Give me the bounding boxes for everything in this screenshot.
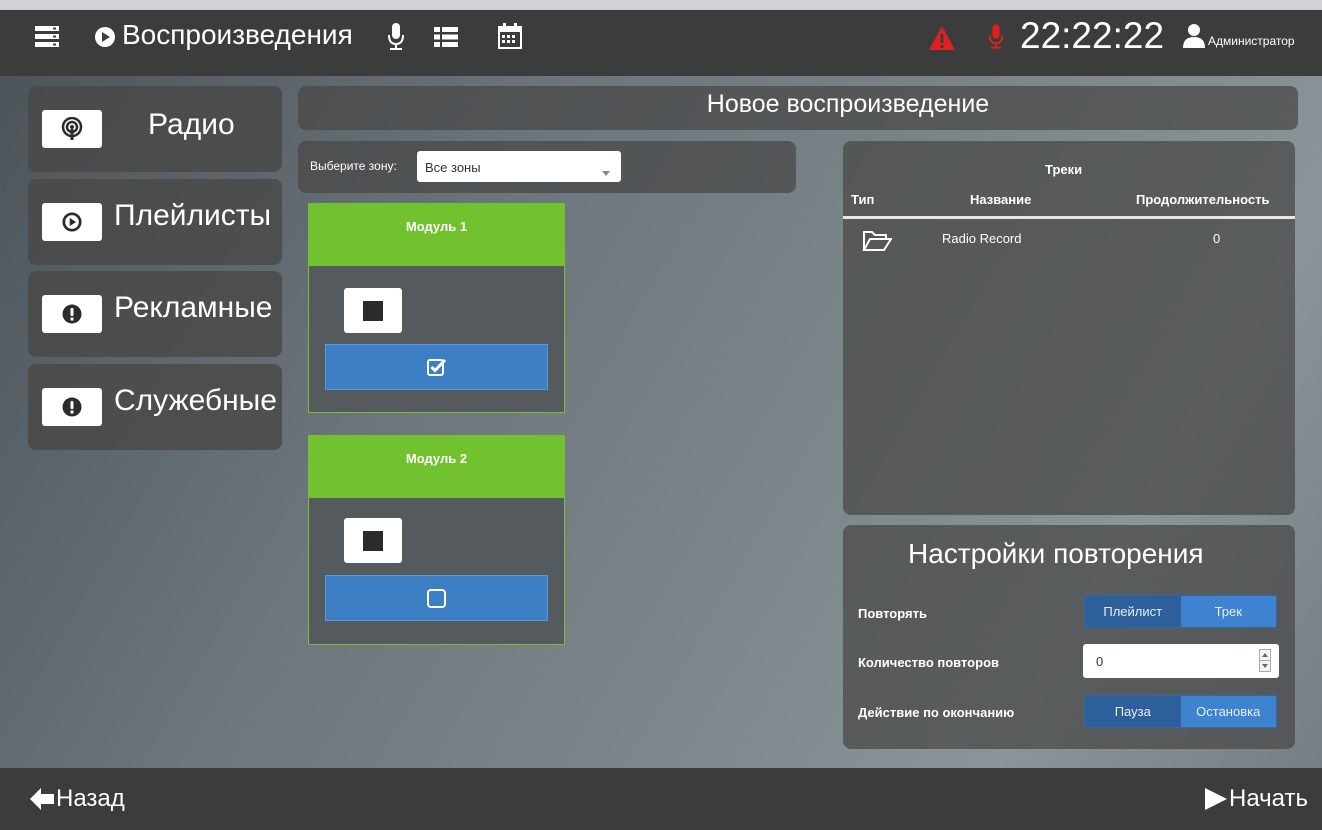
clock: 22:22:22 — [1020, 15, 1165, 56]
stop-button[interactable] — [344, 518, 402, 563]
stop-icon — [363, 530, 383, 551]
stop-button[interactable] — [344, 288, 402, 333]
spinner-arrows-icon[interactable] — [1259, 649, 1271, 672]
back-label: Назад — [56, 785, 125, 812]
play-icon — [1205, 788, 1228, 810]
end-action-toggle: Пауза Остановка — [1084, 695, 1277, 728]
table-row[interactable]: Radio Record 0 — [843, 222, 1295, 258]
column-header-name[interactable]: Название — [970, 192, 1031, 207]
play-circle-icon — [42, 203, 102, 241]
list-icon[interactable] — [434, 27, 458, 47]
repeat-label: Повторять — [858, 606, 927, 621]
user-name[interactable]: Администратор — [1208, 34, 1295, 48]
sidebar-item-playlists[interactable]: Плейлисты — [28, 179, 282, 265]
back-button[interactable]: Назад — [30, 785, 125, 813]
unchecked-box-icon — [427, 588, 446, 608]
repeat-settings-title: Настройки повторения — [908, 538, 1204, 569]
main-title: Новое воспроизведение — [706, 90, 990, 118]
module-select-toggle[interactable] — [325, 344, 548, 390]
repeat-option-playlist[interactable]: Плейлист — [1085, 596, 1181, 627]
sidebar-item-radio[interactable]: Радио — [28, 86, 282, 172]
user-icon — [1183, 24, 1205, 48]
track-name: Radio Record — [942, 231, 1022, 246]
caret-down-icon — [602, 163, 610, 181]
sidebar-item-ads[interactable]: Рекламные — [28, 271, 282, 357]
top-bar: Воспроизведения 22:22:22 Администратор — [0, 0, 1322, 76]
stop-icon — [363, 300, 383, 321]
column-header-type[interactable]: Тип — [851, 192, 874, 207]
module-select-toggle[interactable] — [325, 575, 548, 621]
end-option-stop[interactable]: Остановка — [1180, 696, 1276, 727]
sidebar-item-label: Рекламные — [114, 291, 273, 324]
start-button[interactable]: Начать — [1205, 785, 1308, 813]
sidebar-item-label: Радио — [148, 108, 235, 141]
checked-box-icon — [426, 358, 446, 376]
end-action-label: Действие по окончанию — [858, 705, 1015, 720]
sidebar-item-label: Плейлисты — [114, 199, 272, 232]
page-title: Воспроизведения — [122, 19, 353, 50]
end-option-pause[interactable]: Пауза — [1085, 696, 1181, 727]
repeat-count-value: 0 — [1096, 654, 1104, 669]
microphone-active-icon[interactable] — [988, 23, 1004, 51]
module-card: Модуль 2 — [308, 435, 565, 645]
tracks-title: Треки — [1045, 162, 1083, 177]
module-title: Модуль 1 — [309, 204, 564, 266]
table-header-divider — [843, 216, 1295, 219]
warning-icon[interactable] — [928, 25, 956, 51]
zone-label: Выберите зону: — [310, 159, 397, 173]
zone-bar: Выберите зону: Все зоны — [298, 141, 796, 193]
module-title: Модуль 2 — [309, 436, 564, 498]
server-menu-icon[interactable] — [34, 24, 60, 50]
bottom-bar: Назад Начать — [0, 768, 1322, 830]
main-title-bar: Новое воспроизведение — [298, 86, 1298, 130]
repeat-option-track[interactable]: Трек — [1180, 596, 1276, 627]
microphone-icon[interactable] — [387, 23, 405, 51]
play-circle-icon — [94, 26, 116, 48]
zone-select-value: Все зоны — [425, 160, 481, 175]
track-duration: 0 — [1213, 231, 1221, 246]
arrow-left-icon — [30, 788, 54, 810]
repeat-mode-toggle: Плейлист Трек — [1084, 595, 1277, 628]
module-card: Модуль 1 — [308, 203, 565, 413]
calendar-icon[interactable] — [498, 23, 522, 49]
repeat-count-input[interactable]: 0 — [1083, 644, 1279, 678]
folder-open-icon — [862, 230, 893, 257]
zone-select[interactable]: Все зоны — [417, 151, 621, 182]
exclamation-icon — [42, 388, 102, 426]
column-header-duration[interactable]: Продолжительность — [1136, 192, 1269, 207]
sidebar-item-service[interactable]: Служебные — [28, 364, 282, 450]
sidebar-item-label: Служебные — [114, 384, 277, 417]
podcast-icon — [42, 110, 102, 148]
start-label: Начать — [1229, 785, 1308, 812]
repeat-count-label: Количество повторов — [858, 655, 1000, 670]
exclamation-icon — [42, 295, 102, 333]
